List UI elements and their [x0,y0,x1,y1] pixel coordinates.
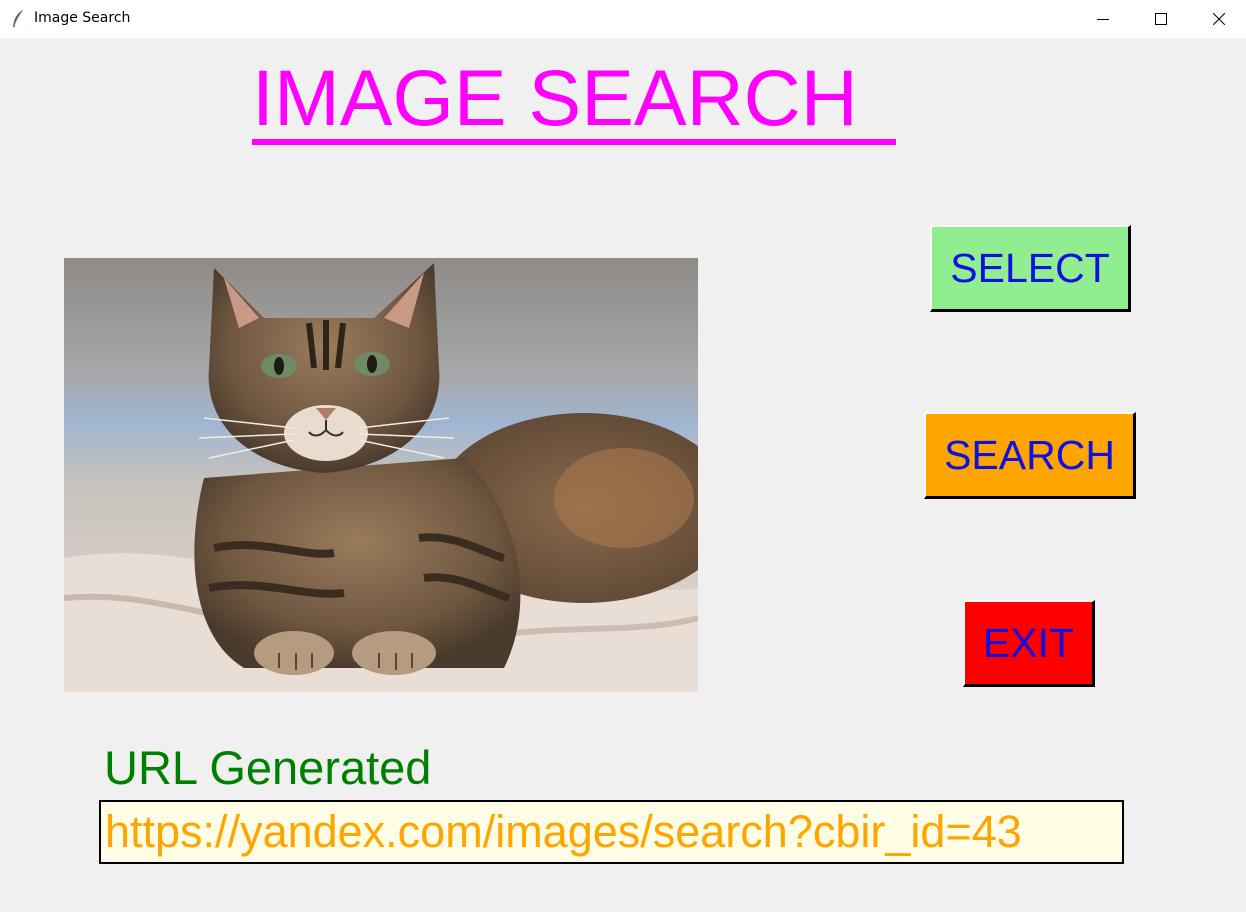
maximize-icon [1155,13,1167,25]
close-icon [1213,13,1225,25]
minimize-button[interactable] [1074,0,1132,38]
cat-photo [64,258,698,692]
close-button[interactable] [1190,0,1246,38]
page-title: IMAGE SEARCH [252,53,858,142]
select-button[interactable]: SELECT [930,225,1131,312]
generated-url: https://yandex.com/images/search?cbir_id… [105,806,1022,857]
title-underline [252,139,896,145]
window-title: Image Search [34,10,131,26]
app-window-content: IMAGE SEARCH SELECT SEARCH EXIT URL Gene… [0,38,1246,912]
minimize-icon [1097,19,1109,20]
exit-button[interactable]: EXIT [963,600,1095,687]
search-button[interactable]: SEARCH [924,412,1136,499]
image-preview [64,258,698,692]
title-bar: Image Search [0,0,1246,38]
url-generated-label: URL Generated [104,741,432,794]
maximize-button[interactable] [1132,0,1190,38]
url-output-field[interactable]: https://yandex.com/images/search?cbir_id… [99,800,1124,864]
feather-icon [13,9,24,27]
